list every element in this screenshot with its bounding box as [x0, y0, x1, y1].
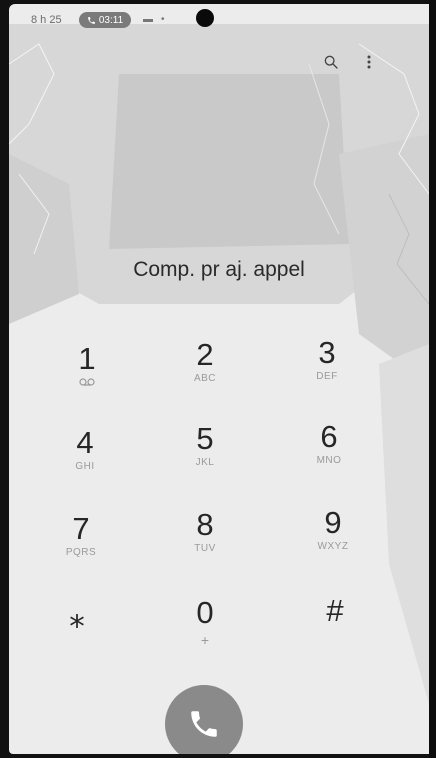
key-digit: 5 — [196, 421, 214, 456]
status-bar: 8 h 25 03:11 ▬ • — [9, 4, 429, 32]
key-star[interactable]: ⁎ — [27, 600, 127, 670]
phone-edge — [429, 0, 436, 758]
call-timer: 03:11 — [98, 14, 124, 26]
phone-icon — [191, 711, 217, 737]
key-digit: 9 — [324, 505, 342, 540]
key-digit: 3 — [318, 335, 336, 370]
key-9[interactable]: 9 WXYZ — [283, 506, 383, 576]
notification-dot-icon: • — [161, 14, 165, 25]
dialer-prompt: Comp. pr aj. appel — [133, 258, 305, 281]
key-digit: 2 — [196, 337, 214, 372]
status-time: 8 h 25 — [31, 14, 62, 26]
more-vertical-icon — [367, 55, 371, 69]
search-icon — [324, 55, 338, 69]
key-digit: 1 — [78, 341, 96, 376]
key-digit: 0 — [196, 595, 214, 630]
key-letters: GHI — [75, 461, 95, 472]
key-1[interactable]: 1 — [37, 342, 137, 412]
key-0[interactable]: 0 + — [155, 596, 255, 666]
key-3[interactable]: 3 DEF — [277, 336, 377, 406]
key-letters: MNO — [316, 455, 342, 466]
more-options-button[interactable] — [359, 50, 379, 74]
key-letters: TUV — [194, 543, 216, 554]
key-letters: + — [200, 632, 210, 648]
key-5[interactable]: 5 JKL — [155, 422, 255, 492]
key-letters: WXYZ — [317, 541, 349, 552]
phone-icon — [87, 16, 95, 24]
ongoing-call-pill[interactable]: 03:11 — [79, 12, 131, 28]
key-letters: ABC — [193, 373, 217, 384]
key-digit: 4 — [76, 425, 94, 460]
phone-frame: 8 h 25 03:11 ▬ • Comp. pr aj. appel 1 2 … — [0, 0, 436, 758]
cast-icon: ▬ — [143, 14, 153, 25]
key-digit: 7 — [72, 511, 90, 546]
key-6[interactable]: 6 MNO — [279, 420, 379, 490]
key-digit: 8 — [196, 507, 214, 542]
key-letters: PQRS — [65, 547, 97, 558]
key-letters: DEF — [316, 371, 338, 382]
dialer-screen: 8 h 25 03:11 ▬ • Comp. pr aj. appel 1 2 … — [9, 4, 429, 754]
key-2[interactable]: 2 ABC — [155, 338, 255, 408]
key-8[interactable]: 8 TUV — [155, 508, 255, 578]
key-digit: # — [326, 593, 344, 628]
call-button[interactable] — [165, 685, 243, 754]
voicemail-icon — [79, 378, 95, 386]
key-4[interactable]: 4 GHI — [35, 426, 135, 496]
key-digit: ⁎ — [69, 599, 85, 634]
search-button[interactable] — [319, 50, 343, 74]
key-7[interactable]: 7 PQRS — [31, 512, 131, 582]
key-digit: 6 — [320, 419, 338, 454]
key-hash[interactable]: # — [285, 594, 385, 664]
key-letters: JKL — [195, 457, 215, 468]
front-camera — [196, 9, 214, 27]
